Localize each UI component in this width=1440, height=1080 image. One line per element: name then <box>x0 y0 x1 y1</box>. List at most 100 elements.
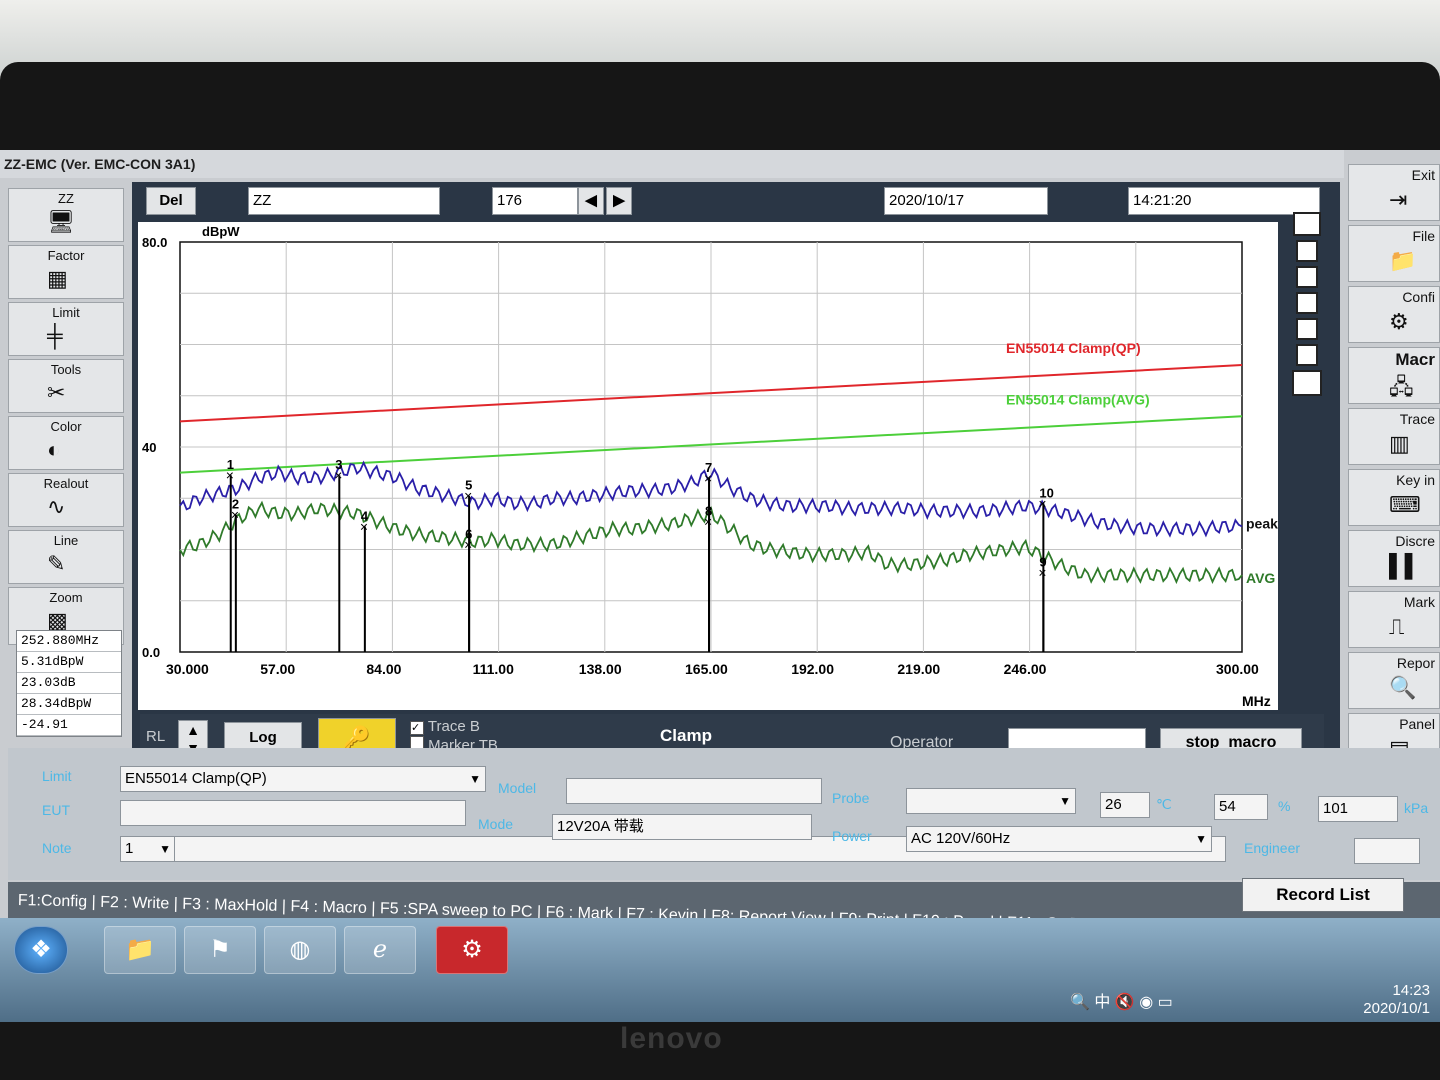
trace-button[interactable]: Trace ▥ <box>1348 408 1440 465</box>
limit-select[interactable]: EN55014 Clamp(QP) ▼ <box>120 766 486 792</box>
note-select[interactable]: 1 ▼ <box>120 836 176 862</box>
marker-label: 2 <box>232 497 239 512</box>
trace-label: Trace <box>1399 411 1435 427</box>
sidebar-item-label: Limit <box>52 305 80 320</box>
ie-icon[interactable]: ℯ <box>344 926 416 974</box>
sidebar-item-line[interactable]: Line ✎ <box>8 530 124 584</box>
pdf-icon[interactable]: ⚑ <box>184 926 256 974</box>
emc-app-icon[interactable]: ⚙ <box>436 926 508 974</box>
config-label: Confi <box>1402 289 1435 305</box>
marker-label: 3 <box>335 457 342 472</box>
network-icon[interactable]: ◍ <box>264 926 336 974</box>
trace-box-large[interactable] <box>1293 212 1321 236</box>
model-field[interactable] <box>566 778 822 804</box>
trace-box[interactable] <box>1296 266 1318 288</box>
report-button[interactable]: Repor 🔍 <box>1348 652 1440 709</box>
exit-icon: ⇥ <box>1389 187 1408 212</box>
test-info-form: Limit EN55014 Clamp(QP) ▼ EUT Note 1 ▼ Mod… <box>8 748 1440 880</box>
network-tray-icon[interactable]: ▭ <box>1158 994 1173 1011</box>
trace-box[interactable] <box>1296 292 1318 314</box>
temperature-field[interactable]: 26 <box>1100 792 1150 818</box>
report-icon: 🔍 <box>1389 675 1417 700</box>
sidebar-item-label: Realout <box>43 476 89 491</box>
color-icon: ◐ <box>47 437 61 462</box>
ime-indicator[interactable]: 中 <box>1094 994 1110 1011</box>
counter-field[interactable]: 176 <box>492 187 578 215</box>
volume-icon[interactable]: 🔇 <box>1115 994 1135 1011</box>
folder-icon[interactable]: 📁 <box>104 926 176 974</box>
x-tick-label: 57.00 <box>260 661 295 677</box>
limit-label: Limit <box>42 768 72 784</box>
record-list-button[interactable]: Record List <box>1242 878 1404 912</box>
mark-button[interactable]: Mark ⎍ <box>1348 591 1440 648</box>
discrete-button[interactable]: Discre ▌▌ <box>1348 530 1440 587</box>
qq-icon[interactable]: ◉ <box>1139 994 1153 1011</box>
trace-selector <box>1290 208 1324 400</box>
series-label: peak <box>1246 515 1278 531</box>
windows-taskbar: ❖ 📁 ⚑ ◍ ℯ ⚙ 🔍 中 🔇 ◉ ▭ 14:23 2020/10/1 <box>0 918 1440 1022</box>
y-ticks: 80.0 40 0.0 <box>142 235 167 660</box>
config-button[interactable]: Confi ⚙ <box>1348 286 1440 343</box>
y-tick-label: 0.0 <box>142 645 160 660</box>
sidebar-item-limit[interactable]: Limit ╪ <box>8 302 124 356</box>
mark-label: Mark <box>1403 594 1435 610</box>
keyin-button[interactable]: Key in ⌨ <box>1348 469 1440 526</box>
readout-limit: 28.34dBpW <box>17 694 121 715</box>
sidebar-item-factor[interactable]: Factor ▦ <box>8 245 124 299</box>
y-axis-unit: dBpW <box>202 224 240 239</box>
del-button[interactable]: Del <box>146 187 196 215</box>
eut-field[interactable] <box>120 800 466 826</box>
name-field[interactable]: ZZ <box>248 187 440 215</box>
exit-button[interactable]: Exit ⇥ <box>1348 164 1440 221</box>
probe-select[interactable]: ▼ <box>906 788 1076 814</box>
note-label: Note <box>42 840 72 856</box>
pressure-field[interactable]: 101 <box>1318 796 1398 822</box>
mode-field[interactable]: 12V20A 带载 <box>552 814 812 840</box>
sidebar-item-tools[interactable]: Tools ✂ <box>8 359 124 413</box>
trace-box[interactable] <box>1296 318 1318 340</box>
limit-label: EN55014 Clamp(AVG) <box>1006 391 1150 407</box>
trace-box[interactable] <box>1296 240 1318 262</box>
trace-box[interactable] <box>1296 344 1318 366</box>
plot-area: EN55014 Clamp(QP) EN55014 Clamp(AVG) peak… <box>138 222 1278 710</box>
x-tick-label: 300.00 <box>1216 661 1259 677</box>
x-tick-label: 192.00 <box>791 661 834 677</box>
chevron-down-icon: ▼ <box>1195 832 1207 846</box>
top-toolbar: Del ZZ 176 ◀ ▶ 2020/10/17 14:21:20 <box>140 187 1330 219</box>
macro-label: Macr <box>1395 350 1435 369</box>
next-arrow-button[interactable]: ▶ <box>606 187 632 215</box>
trace-b-checkbox[interactable]: ✓ <box>410 721 424 735</box>
taskbar-clock[interactable]: 14:23 2020/10/1 <box>1363 982 1430 1018</box>
system-tray: 🔍 中 🔇 ◉ ▭ <box>1070 988 1173 1012</box>
x-tick-label: 84.00 <box>366 661 401 677</box>
file-button[interactable]: File 📁 <box>1348 225 1440 282</box>
readout-margin: 23.03dB <box>17 673 121 694</box>
discrete-icon: ▌▌ <box>1389 553 1421 578</box>
trace-box-large[interactable] <box>1292 370 1322 396</box>
marker-label: 6 <box>465 526 472 541</box>
start-orb-icon[interactable]: ❖ <box>14 926 68 974</box>
macro-button[interactable]: Macr 🖧 <box>1348 347 1440 404</box>
x-tick-label: 138.00 <box>579 661 622 677</box>
mark-icon: ⎍ <box>1389 614 1405 639</box>
eut-label: EUT <box>42 802 70 818</box>
sidebar-item-realout[interactable]: Realout ∿ <box>8 473 124 527</box>
limit-select-value: EN55014 Clamp(QP) <box>125 770 267 787</box>
power-select[interactable]: AC 120V/60Hz ▼ <box>906 826 1212 852</box>
humidity-field[interactable]: 54 <box>1214 794 1268 820</box>
main-frame: Del ZZ 176 ◀ ▶ 2020/10/17 14:21:20 EN550… <box>132 182 1340 778</box>
engineer-label: Engineer <box>1244 840 1301 856</box>
macro-icon: 🖧 <box>1389 374 1414 399</box>
factor-icon: ▦ <box>47 266 68 291</box>
prev-arrow-button[interactable]: ◀ <box>578 187 604 215</box>
readout-level: 5.31dBpW <box>17 652 121 673</box>
sidebar-item-color[interactable]: Color ◐ <box>8 416 124 470</box>
engineer-field[interactable] <box>1354 838 1420 864</box>
marker-label: 8 <box>705 503 712 518</box>
marker-readout: 252.880MHz 5.31dBpW 23.03dB 28.34dBpW -2… <box>16 630 122 737</box>
search-icon[interactable]: 🔍 <box>1070 994 1090 1011</box>
limit-label: EN55014 Clamp(QP) <box>1006 340 1141 356</box>
sidebar-item-zz[interactable]: ZZ 🖥 <box>8 188 124 242</box>
note-select-value: 1 <box>125 840 134 857</box>
series-label: AVG <box>1246 570 1275 586</box>
